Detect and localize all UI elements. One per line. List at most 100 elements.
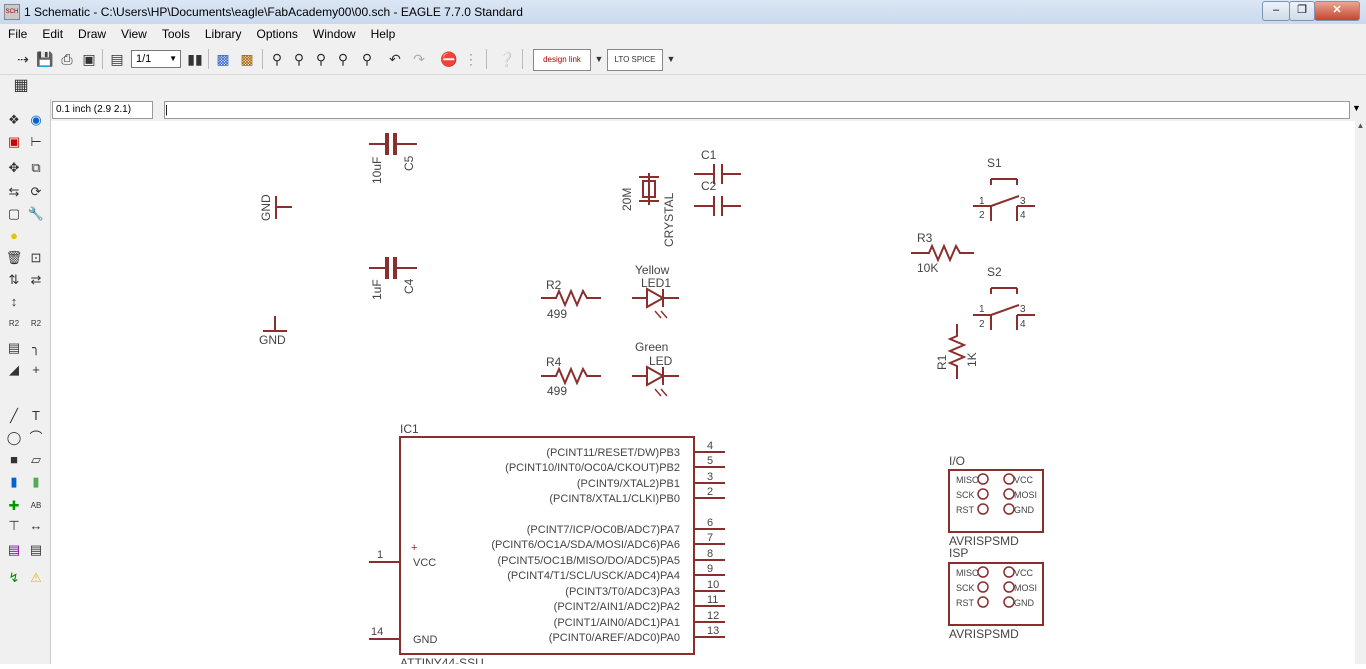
bus-icon[interactable]: ▮ <box>5 473 23 491</box>
junction-icon[interactable]: ✚ <box>5 497 23 515</box>
capacitor-c4[interactable] <box>369 257 417 279</box>
menu-help[interactable]: Help <box>363 24 403 41</box>
zoom-fit-icon[interactable]: ⚲ <box>268 50 286 68</box>
copy-icon[interactable]: ⧉ <box>27 159 45 177</box>
miter-icon[interactable]: ╮ <box>27 339 45 357</box>
command-input[interactable]: | <box>164 101 1350 119</box>
redraw-icon[interactable]: ⚲ <box>334 50 352 68</box>
ic1-right-pin-label: (PCINT5/OC1B/MISO/DO/ADC5)PA5 <box>497 555 680 567</box>
menu-options[interactable]: Options <box>249 24 305 41</box>
crystal-symbol[interactable] <box>639 173 659 205</box>
menu-window[interactable]: Window <box>305 24 363 41</box>
split-icon[interactable]: ◢ <box>5 361 23 379</box>
go-icon[interactable]: ⋮ <box>462 50 480 68</box>
dimension-icon[interactable]: ↔ <box>27 517 45 535</box>
pinswap-icon[interactable]: ⇅ <box>5 271 23 289</box>
undo-icon[interactable]: ↶ <box>386 50 404 68</box>
c1-name: C1 <box>701 148 717 162</box>
errors-icon[interactable]: ⚠ <box>27 569 45 587</box>
frame-icon[interactable]: ▤ <box>5 541 23 559</box>
print-icon[interactable]: ⎙ <box>58 50 76 68</box>
scroll-up-icon[interactable]: ▲ <box>1355 121 1366 130</box>
resistor-r4[interactable] <box>541 366 601 386</box>
gnd-symbol-2[interactable] <box>263 316 287 332</box>
add-icon[interactable]: ⊡ <box>27 249 45 267</box>
rotate-icon[interactable]: ⟳ <box>27 183 45 201</box>
designlink-dropdown-icon[interactable]: ▼ <box>590 50 608 68</box>
gateswap-icon[interactable]: ↕ <box>5 293 23 311</box>
ic1-right-pin-num: 7 <box>707 532 713 544</box>
group-icon[interactable]: ▢ <box>5 205 23 223</box>
gnd-symbol-1[interactable] <box>275 196 292 219</box>
schematic-canvas[interactable]: 10uF C5 1uF C4 GND GND 20M CRYSTAL C1 C2… <box>51 121 1355 669</box>
zoom-in-icon[interactable]: ⚲ <box>290 50 308 68</box>
capacitor-c2[interactable] <box>694 196 741 216</box>
led-led1[interactable] <box>632 287 679 319</box>
menu-edit[interactable]: Edit <box>34 24 70 41</box>
save-icon[interactable]: 💾 <box>36 50 54 68</box>
maximize-button[interactable]: ❐ <box>1289 1 1315 21</box>
erc-icon[interactable]: ↯ <box>5 569 23 587</box>
net-icon[interactable]: ▮ <box>27 473 45 491</box>
close-button[interactable]: ✕ <box>1314 1 1360 21</box>
value-icon[interactable]: R2 <box>27 315 45 333</box>
info-icon[interactable]: ❖ <box>5 111 23 129</box>
command-history-dropdown-icon[interactable]: ▼ <box>1352 103 1361 113</box>
menu-draw[interactable]: Draw <box>70 24 113 41</box>
header-left-pin-label: SCK <box>956 490 975 500</box>
rect-icon[interactable]: ■ <box>5 451 23 469</box>
wire-icon[interactable]: ╱ <box>5 407 23 425</box>
grid-icon[interactable]: ▦ <box>12 77 30 95</box>
minimize-button[interactable]: – <box>1262 1 1290 21</box>
vertical-scrollbar[interactable]: ▲ <box>1355 121 1366 664</box>
help-icon[interactable]: ❔ <box>498 50 516 68</box>
resistor-r2[interactable] <box>541 288 601 308</box>
menu-view[interactable]: View <box>113 24 154 41</box>
display-icon[interactable]: ▣ <box>5 133 23 151</box>
open-icon[interactable]: ⇢ <box>14 50 32 68</box>
attribute-icon[interactable]: ⊤ <box>5 517 23 535</box>
show-icon[interactable]: ◉ <box>27 111 45 129</box>
menu-tools[interactable]: Tools <box>154 24 197 41</box>
delete-icon[interactable]: 🗑 <box>5 249 23 267</box>
use-library-icon[interactable]: ▮▮ <box>186 50 204 68</box>
resistor-r3[interactable] <box>911 243 974 263</box>
smash-icon[interactable]: ▤ <box>5 339 23 357</box>
capacitor-c5[interactable] <box>369 133 417 155</box>
redo-icon[interactable]: ↷ <box>410 50 428 68</box>
move-icon[interactable]: ✥ <box>5 159 23 177</box>
resistor-r1[interactable] <box>947 324 967 379</box>
label-icon[interactable]: AB <box>27 497 45 515</box>
led-green[interactable] <box>632 365 679 397</box>
polygon-icon[interactable]: ▱ <box>27 451 45 469</box>
run-ulp-icon[interactable]: ▩ <box>238 50 256 68</box>
menu-library[interactable]: Library <box>197 24 249 41</box>
script-icon[interactable]: ▩ <box>214 50 232 68</box>
ltspice-button[interactable]: LTO SPICE <box>607 49 663 71</box>
paste-icon[interactable]: ● <box>5 227 23 245</box>
s1-pin3: 3 <box>1020 196 1026 207</box>
board-schematic-switch-icon[interactable]: ▤ <box>108 50 126 68</box>
circle-icon[interactable]: ◯ <box>5 429 23 447</box>
sheet-select[interactable]: 1/1 ▼ <box>131 50 181 68</box>
text-icon[interactable]: T <box>27 407 45 425</box>
crystal-value: 20M <box>620 188 634 211</box>
replace-icon[interactable]: ⇄ <box>27 271 45 289</box>
menu-file[interactable]: File <box>0 24 34 41</box>
stop-icon[interactable]: ⛔ <box>440 50 458 68</box>
change-icon[interactable]: 🔧 <box>27 205 45 223</box>
zoom-out-icon[interactable]: ⚲ <box>312 50 330 68</box>
header-pad <box>977 503 989 515</box>
zoom-select-icon[interactable]: ⚲ <box>358 50 376 68</box>
mirror-icon[interactable]: ⇆ <box>5 183 23 201</box>
cam-icon[interactable]: ▣ <box>80 50 98 68</box>
header-pad <box>1003 473 1015 485</box>
sheet-icon[interactable]: ▤ <box>27 541 45 559</box>
designlink-button[interactable]: design link <box>533 49 591 71</box>
ltspice-dropdown-icon[interactable]: ▼ <box>662 50 680 68</box>
name-icon[interactable]: R2 <box>5 315 23 333</box>
invoke-icon[interactable]: + <box>27 361 45 379</box>
mark-icon[interactable]: ⊢ <box>27 133 45 151</box>
arc-icon[interactable]: ⌒ <box>27 429 45 447</box>
header-pad <box>1003 566 1015 578</box>
